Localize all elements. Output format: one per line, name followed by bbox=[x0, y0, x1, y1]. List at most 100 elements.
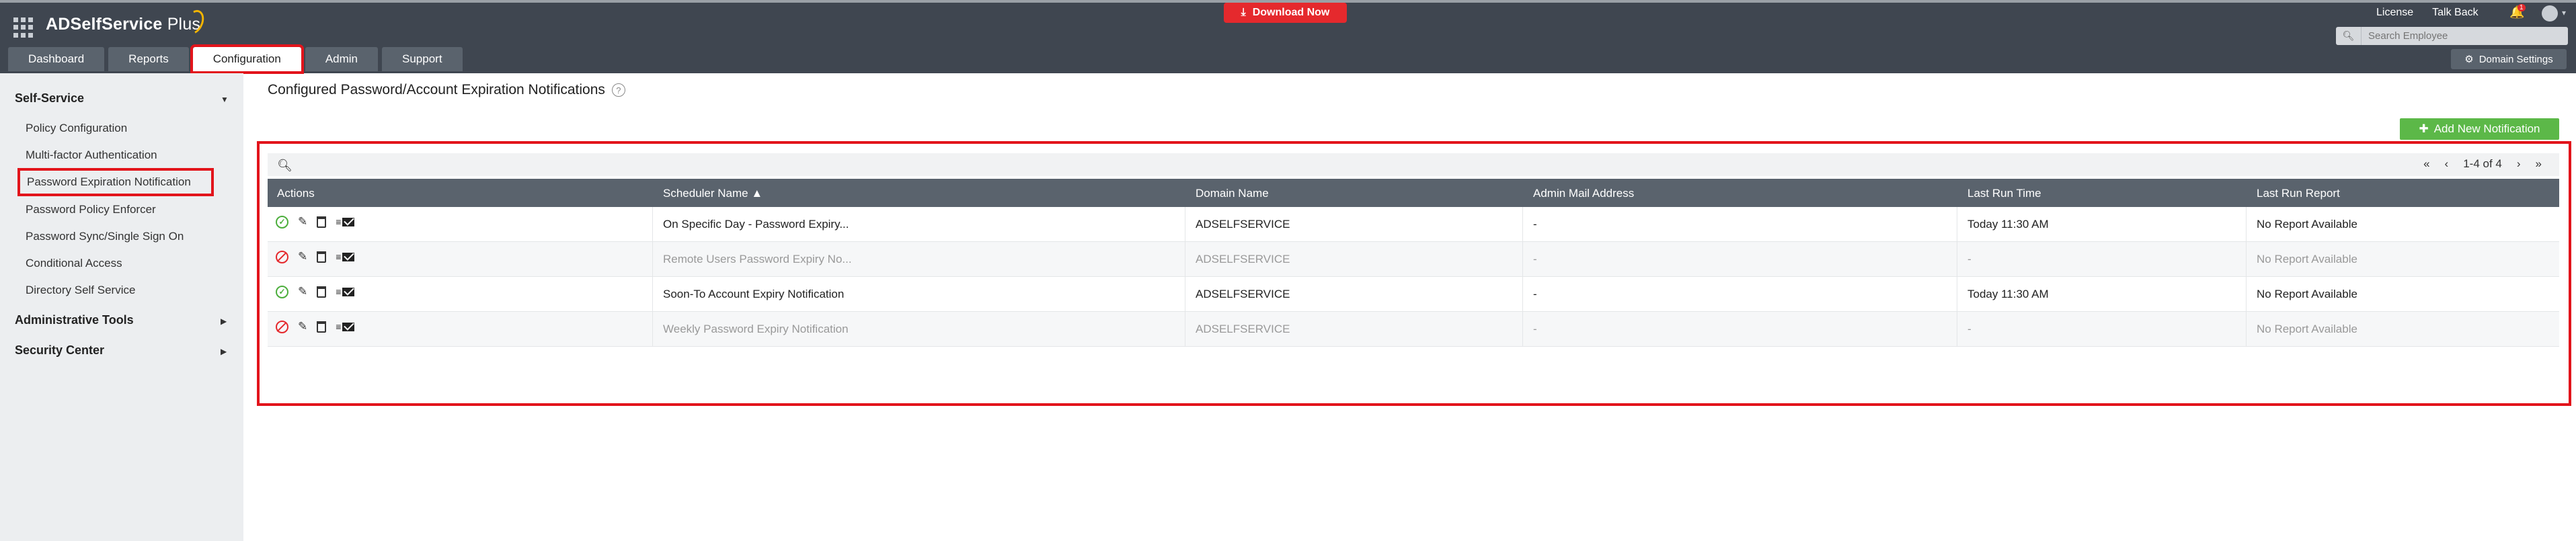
download-icon: ⤓ bbox=[1241, 7, 1246, 18]
admin-mail: - bbox=[1533, 323, 1537, 335]
employee-search-input[interactable] bbox=[2362, 28, 2568, 44]
column-header-last-run-report[interactable]: Last Run Report bbox=[2257, 187, 2340, 200]
app-logo[interactable]: ADSelfService Plus bbox=[46, 15, 200, 34]
tab-configuration[interactable]: Configuration bbox=[190, 44, 304, 74]
disabled-icon[interactable] bbox=[276, 320, 288, 333]
prev-page-button[interactable]: ‹ bbox=[2445, 157, 2449, 171]
sidebar-section-administrative-tools[interactable]: Administrative Tools bbox=[15, 313, 134, 327]
user-avatar-icon[interactable] bbox=[2542, 5, 2558, 22]
admin-mail: - bbox=[1533, 218, 1537, 231]
domain-settings-label: Domain Settings bbox=[2479, 53, 2553, 65]
domain-settings-button[interactable]: ⚙ Domain Settings bbox=[2451, 49, 2567, 69]
notification-badge: 1 bbox=[2518, 4, 2526, 11]
tab-support[interactable]: Support bbox=[382, 47, 463, 71]
chevron-down-icon[interactable]: ▾ bbox=[2562, 8, 2566, 17]
column-header-actions: Actions bbox=[277, 187, 315, 200]
row-actions: ✎ ≡ bbox=[276, 320, 355, 333]
edit-pencil-icon[interactable]: ✎ bbox=[298, 320, 307, 333]
sidebar-section-security-center[interactable]: Security Center bbox=[15, 343, 104, 358]
sidebar-item-password-expiration-notification[interactable]: Password Expiration Notification bbox=[17, 168, 214, 196]
sidebar-item-password-sync-sso[interactable]: Password Sync/Single Sign On bbox=[26, 230, 184, 243]
header-links: License Talk Back bbox=[2376, 7, 2479, 19]
row-actions: ✓ ✎ ≡ bbox=[276, 215, 355, 228]
page-range: 1-4 of 4 bbox=[2463, 157, 2502, 170]
table-row[interactable]: ✓ ✎ ≡ Soon-To Account Expiry Notificatio… bbox=[268, 277, 2559, 312]
send-mail-icon[interactable]: ≡ bbox=[336, 251, 355, 262]
last-run-time: - bbox=[1967, 323, 1972, 335]
delete-trash-icon[interactable] bbox=[317, 251, 327, 263]
row-actions: ✎ ≡ bbox=[276, 250, 355, 263]
download-now-button[interactable]: ⤓ Download Now bbox=[1224, 3, 1347, 23]
column-header-scheduler-name[interactable]: Scheduler Name ▲ bbox=[663, 187, 763, 200]
column-header-domain-name[interactable]: Domain Name bbox=[1196, 187, 1269, 200]
sidebar-item-policy-configuration[interactable]: Policy Configuration bbox=[26, 122, 127, 135]
last-run-report: No Report Available bbox=[2257, 218, 2357, 231]
table-toolbar: 🔍︎ « ‹ 1-4 of 4 › » bbox=[268, 153, 2559, 176]
download-now-label: Download Now bbox=[1252, 7, 1330, 18]
edit-pencil-icon[interactable]: ✎ bbox=[298, 250, 307, 263]
delete-trash-icon[interactable] bbox=[317, 216, 327, 228]
chevron-right-icon[interactable]: ▶ bbox=[221, 347, 227, 356]
scheduler-name[interactable]: On Specific Day - Password Expiry... bbox=[663, 218, 849, 231]
help-icon[interactable]: ? bbox=[611, 83, 625, 97]
talk-back-link[interactable]: Talk Back bbox=[2432, 7, 2478, 19]
scheduler-name[interactable]: Weekly Password Expiry Notification bbox=[663, 323, 849, 336]
search-icon[interactable]: 🔍︎ bbox=[2336, 27, 2362, 45]
next-page-button[interactable]: › bbox=[2517, 157, 2521, 171]
top-bar: ADSelfService Plus ⤓ Download Now Licens… bbox=[0, 0, 2576, 74]
app-grid-icon[interactable] bbox=[13, 17, 34, 38]
sidebar-item-directory-self-service[interactable]: Directory Self Service bbox=[26, 284, 135, 297]
tab-reports[interactable]: Reports bbox=[108, 47, 189, 71]
send-mail-icon[interactable]: ≡ bbox=[336, 286, 355, 297]
last-run-time: Today 11:30 AM bbox=[1967, 218, 2049, 231]
license-link[interactable]: License bbox=[2376, 7, 2413, 19]
sidebar-item-password-policy-enforcer[interactable]: Password Policy Enforcer bbox=[26, 203, 156, 216]
enabled-check-icon[interactable]: ✓ bbox=[276, 285, 288, 298]
search-icon[interactable]: 🔍︎ bbox=[277, 159, 292, 173]
page-title: Configured Password/Account Expiration N… bbox=[268, 82, 625, 98]
sidebar-item-conditional-access[interactable]: Conditional Access bbox=[26, 257, 122, 270]
main-tabs: Dashboard Reports Configuration Admin Su… bbox=[8, 44, 463, 74]
first-page-button[interactable]: « bbox=[2423, 157, 2429, 171]
sidebar: Self-Service ▼ Policy Configuration Mult… bbox=[0, 73, 243, 541]
domain-name: ADSELFSERVICE bbox=[1196, 218, 1290, 231]
admin-mail: - bbox=[1533, 288, 1537, 300]
enabled-check-icon[interactable]: ✓ bbox=[276, 215, 288, 228]
bell-icon[interactable]: 🔔 1 bbox=[2509, 4, 2526, 20]
column-header-admin-mail[interactable]: Admin Mail Address bbox=[1533, 187, 1634, 200]
table-row[interactable]: ✎ ≡ Remote Users Password Expiry No... A… bbox=[268, 242, 2559, 277]
edit-pencil-icon[interactable]: ✎ bbox=[298, 285, 307, 298]
chevron-right-icon[interactable]: ▶ bbox=[221, 317, 227, 326]
send-mail-icon[interactable]: ≡ bbox=[336, 216, 355, 227]
last-run-time: - bbox=[1967, 253, 1972, 265]
scheduler-name[interactable]: Remote Users Password Expiry No... bbox=[663, 253, 852, 266]
app-logo-name: ADSelfService bbox=[46, 15, 163, 34]
chevron-down-icon[interactable]: ▼ bbox=[221, 95, 229, 104]
sidebar-section-self-service[interactable]: Self-Service bbox=[15, 91, 84, 106]
sidebar-item-multi-factor-authentication[interactable]: Multi-factor Authentication bbox=[26, 149, 157, 162]
admin-mail: - bbox=[1533, 253, 1537, 265]
pagination: « ‹ 1-4 of 4 › » bbox=[2423, 157, 2542, 171]
edit-pencil-icon[interactable]: ✎ bbox=[298, 215, 307, 228]
employee-search: 🔍︎ bbox=[2336, 27, 2568, 45]
send-mail-icon[interactable]: ≡ bbox=[336, 321, 355, 332]
table-row[interactable]: ✓ ✎ ≡ On Specific Day - Password Expiry.… bbox=[268, 207, 2559, 242]
last-run-report: No Report Available bbox=[2257, 288, 2357, 300]
disabled-icon[interactable] bbox=[276, 250, 288, 263]
last-page-button[interactable]: » bbox=[2536, 157, 2542, 171]
tab-admin[interactable]: Admin bbox=[305, 47, 379, 71]
gear-icon: ⚙ bbox=[2464, 54, 2474, 65]
delete-trash-icon[interactable] bbox=[317, 321, 327, 333]
domain-name: ADSELFSERVICE bbox=[1196, 253, 1290, 265]
row-actions: ✓ ✎ ≡ bbox=[276, 285, 355, 298]
page-title-text: Configured Password/Account Expiration N… bbox=[268, 82, 605, 97]
domain-name: ADSELFSERVICE bbox=[1196, 288, 1290, 300]
add-new-notification-button[interactable]: ✚ Add New Notification bbox=[2400, 118, 2559, 140]
delete-trash-icon[interactable] bbox=[317, 286, 327, 298]
scheduler-name[interactable]: Soon-To Account Expiry Notification bbox=[663, 288, 844, 301]
column-header-last-run-time[interactable]: Last Run Time bbox=[1967, 187, 2041, 200]
table-row[interactable]: ✎ ≡ Weekly Password Expiry Notification … bbox=[268, 312, 2559, 347]
tab-dashboard[interactable]: Dashboard bbox=[8, 47, 105, 71]
table-header: Actions Scheduler Name ▲ Domain Name Adm… bbox=[268, 179, 2559, 207]
domain-name: ADSELFSERVICE bbox=[1196, 323, 1290, 335]
